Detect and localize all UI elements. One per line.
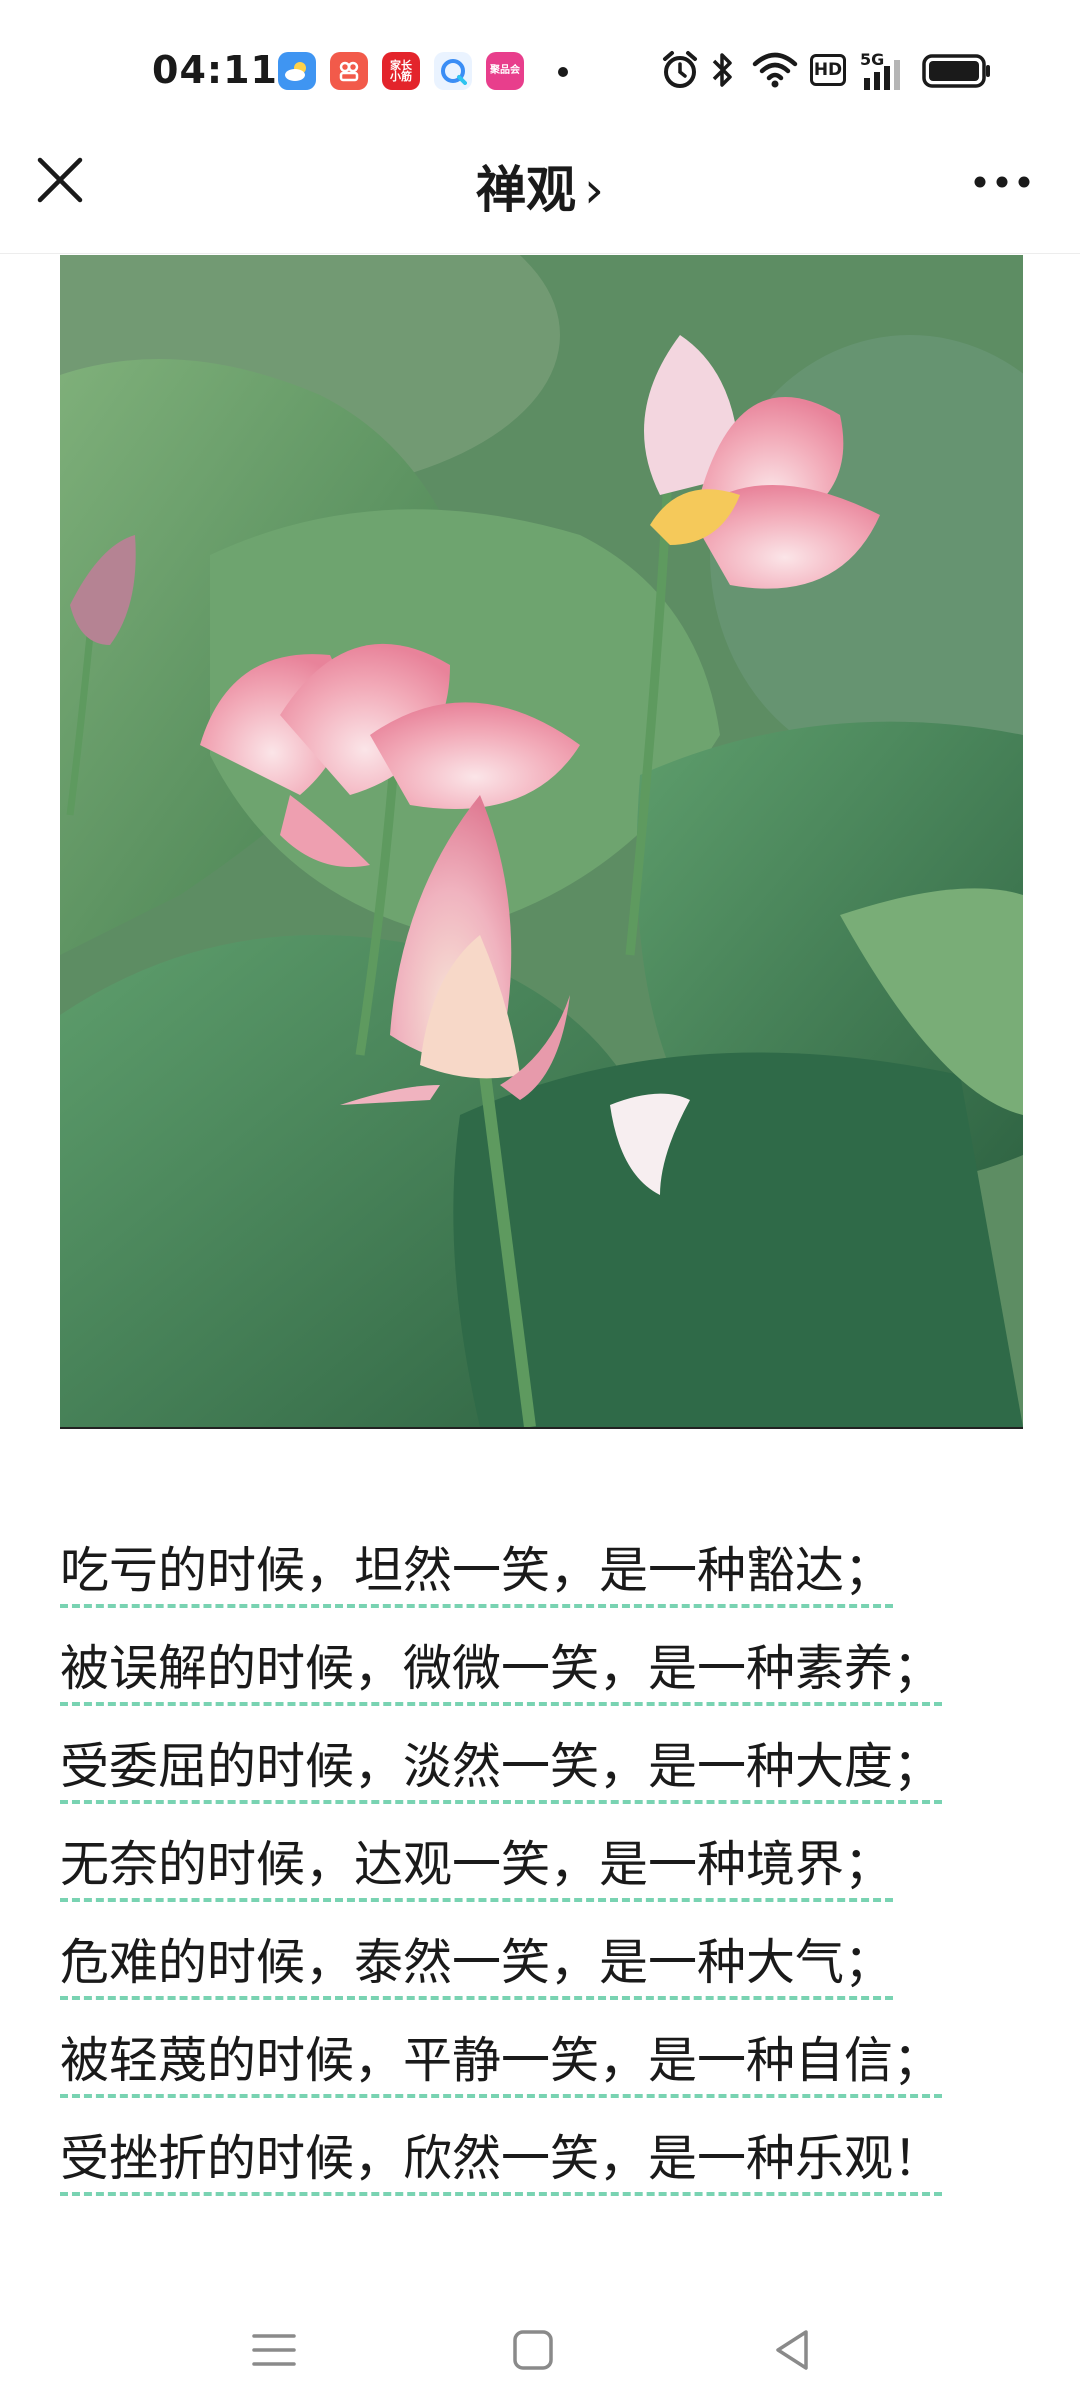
app-icon-2 <box>330 52 368 90</box>
app-icon-5: 聚品会 <box>486 52 524 90</box>
page-title-text: 禅观 <box>476 161 576 219</box>
hd-label: HD <box>813 60 843 80</box>
menu-icon[interactable] <box>244 2320 304 2380</box>
lotus-illustration <box>60 255 1023 1427</box>
app-icon-4 <box>434 52 472 90</box>
lotus-photo <box>60 255 1023 1429</box>
chevron-right-icon: › <box>584 161 604 219</box>
poem-line: 无奈的时候，达观一笑，是一种境界； <box>60 1834 894 1902</box>
alarm-icon <box>663 51 697 88</box>
poem-line: 被轻蔑的时候，平静一笑，是一种自信； <box>60 2030 943 2098</box>
more-options-icon[interactable] <box>972 162 1032 202</box>
poem-line: 危难的时候，泰然一笑，是一种大气； <box>60 1932 894 2000</box>
notification-dot <box>558 67 568 77</box>
poem-line: 受挫折的时候，欣然一笑，是一种乐观！ <box>60 2128 943 2196</box>
battery-icon <box>922 54 990 88</box>
status-bar: 04:11 家长 小筋 聚品会 HD 5G <box>0 0 1080 140</box>
hd-icon: HD <box>810 54 846 86</box>
page-title[interactable]: 禅观 › <box>0 150 1080 222</box>
bluetooth-icon <box>712 53 732 87</box>
wifi-icon <box>752 52 798 88</box>
system-nav-bar <box>0 2300 1080 2400</box>
status-time: 04:11 <box>152 48 278 92</box>
poem-line: 吃亏的时候，坦然一笑，是一种豁达； <box>60 1540 894 1608</box>
back-icon[interactable] <box>762 2320 822 2380</box>
poem-line: 被误解的时候，微微一笑，是一种素养； <box>60 1638 943 1706</box>
title-bar: 禅观 › <box>0 140 1080 254</box>
weather-app-icon <box>278 52 316 90</box>
home-icon[interactable] <box>503 2320 563 2380</box>
poem-line: 受委屈的时候，淡然一笑，是一种大度； <box>60 1736 943 1804</box>
app-icon-3: 家长 小筋 <box>382 52 420 90</box>
signal-5g-icon: 5G <box>860 50 908 90</box>
poem: 吃亏的时候，坦然一笑，是一种豁达； 被误解的时候，微微一笑，是一种素养； 受委屈… <box>60 1540 1020 2226</box>
